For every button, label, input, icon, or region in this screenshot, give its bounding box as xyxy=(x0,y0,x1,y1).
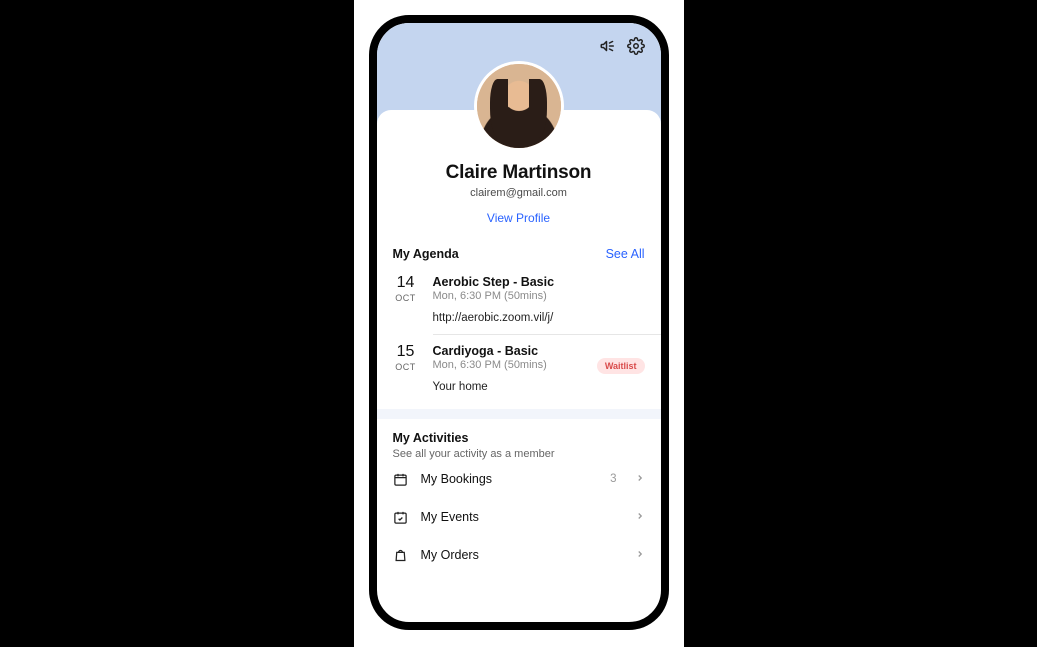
my-orders-row[interactable]: My Orders xyxy=(393,536,645,574)
profile-card: Claire Martinson clairem@gmail.com View … xyxy=(377,110,661,237)
my-events-row[interactable]: My Events xyxy=(393,498,645,536)
menu-label: My Events xyxy=(421,510,605,524)
agenda-event-title: Cardiyoga - Basic xyxy=(433,344,645,358)
section-divider xyxy=(377,409,661,419)
agenda-title: My Agenda xyxy=(393,247,459,261)
profile-email: clairem@gmail.com xyxy=(393,187,645,199)
chevron-right-icon xyxy=(635,508,645,526)
agenda-date: 15 OCT xyxy=(393,344,419,393)
activities-header: My Activities See all your activity as a… xyxy=(377,419,661,460)
bag-icon xyxy=(393,548,409,563)
chevron-right-icon xyxy=(635,470,645,488)
agenda-month: OCT xyxy=(393,362,419,372)
gear-icon[interactable] xyxy=(627,37,645,55)
agenda-item[interactable]: 14 OCT Aerobic Step - Basic Mon, 6:30 PM… xyxy=(393,265,645,334)
profile-header: Claire Martinson clairem@gmail.com View … xyxy=(377,23,661,237)
agenda-event-location[interactable]: http://aerobic.zoom.vil/j/ xyxy=(433,312,645,324)
activities-title: My Activities xyxy=(393,431,645,445)
menu-label: My Orders xyxy=(421,548,605,562)
agenda-day: 15 xyxy=(393,344,419,360)
see-all-link[interactable]: See All xyxy=(606,247,645,261)
profile-name: Claire Martinson xyxy=(393,162,645,184)
event-check-icon xyxy=(393,510,409,525)
agenda-event-time: Mon, 6:30 PM (50mins) xyxy=(433,290,645,302)
menu-count: 3 xyxy=(610,473,616,485)
activities-subtitle: See all your activity as a member xyxy=(393,448,645,460)
agenda-list: 14 OCT Aerobic Step - Basic Mon, 6:30 PM… xyxy=(377,265,661,409)
menu-label: My Bookings xyxy=(421,472,599,486)
screen: Claire Martinson clairem@gmail.com View … xyxy=(377,23,661,622)
top-icon-bar xyxy=(377,33,661,55)
phone-frame: Claire Martinson clairem@gmail.com View … xyxy=(369,15,669,630)
agenda-body: Aerobic Step - Basic Mon, 6:30 PM (50min… xyxy=(433,275,645,324)
agenda-header: My Agenda See All xyxy=(377,237,661,265)
calendar-icon xyxy=(393,472,409,487)
agenda-date: 14 OCT xyxy=(393,275,419,324)
waitlist-badge: Waitlist xyxy=(597,358,645,374)
my-bookings-row[interactable]: My Bookings 3 xyxy=(393,460,645,498)
activities-menu: My Bookings 3 My Events xyxy=(377,460,661,574)
avatar[interactable] xyxy=(477,64,561,148)
stage: Claire Martinson clairem@gmail.com View … xyxy=(354,0,684,647)
agenda-item[interactable]: 15 OCT Cardiyoga - Basic Mon, 6:30 PM (5… xyxy=(393,334,645,403)
agenda-day: 14 xyxy=(393,275,419,291)
agenda-event-title: Aerobic Step - Basic xyxy=(433,275,645,289)
agenda-event-location: Your home xyxy=(433,381,645,393)
megaphone-icon[interactable] xyxy=(599,37,617,55)
view-profile-link[interactable]: View Profile xyxy=(487,211,550,225)
chevron-right-icon xyxy=(635,546,645,564)
agenda-month: OCT xyxy=(393,293,419,303)
